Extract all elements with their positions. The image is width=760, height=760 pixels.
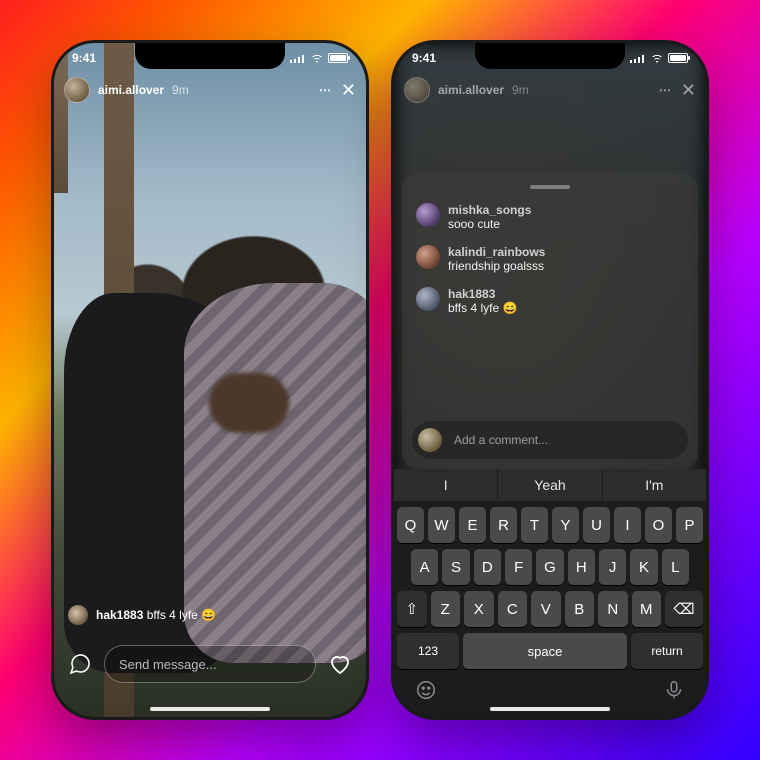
close-button[interactable]: ✕ <box>681 81 696 99</box>
commenter-avatar[interactable] <box>416 203 440 227</box>
author-avatar[interactable] <box>404 77 430 103</box>
wifi-icon <box>310 53 324 63</box>
smile-emoji-icon: 😄 <box>201 608 216 622</box>
key-i[interactable]: I <box>614 507 641 543</box>
key-shift[interactable]: ⇧ <box>397 591 427 627</box>
key-z[interactable]: Z <box>431 591 461 627</box>
commenter-avatar[interactable] <box>416 245 440 269</box>
key-j[interactable]: J <box>599 549 626 585</box>
keyboard-footer <box>397 675 703 709</box>
key-w[interactable]: W <box>428 507 455 543</box>
key-h[interactable]: H <box>568 549 595 585</box>
comment-text: bffs 4 lyfe <box>147 608 198 622</box>
key-n[interactable]: N <box>598 591 628 627</box>
key-p[interactable]: P <box>676 507 703 543</box>
status-icons <box>630 53 688 63</box>
cellular-icon <box>630 53 646 63</box>
emoji-keyboard-icon[interactable] <box>415 679 437 701</box>
cellular-icon <box>290 53 306 63</box>
phone-comment-sheet: 9:41 aimi.allover 9m ⋯ ✕ mishka_songs so… <box>391 40 709 720</box>
add-comment-input[interactable]: Add a comment... <box>450 433 682 447</box>
comment-bubble-icon[interactable] <box>68 652 92 676</box>
key-return[interactable]: return <box>631 633 703 669</box>
latest-comment-overlay[interactable]: hak1883 bffs 4 lyfe 😄 <box>68 605 352 625</box>
key-e[interactable]: E <box>459 507 486 543</box>
story-header: aimi.allover 9m ⋯ ✕ <box>404 77 696 103</box>
keyboard-row-4: 123 space return <box>397 633 703 669</box>
key-l[interactable]: L <box>662 549 689 585</box>
story-age: 9m <box>512 83 529 97</box>
status-time: 9:41 <box>72 51 96 65</box>
key-b[interactable]: B <box>565 591 595 627</box>
like-heart-icon[interactable] <box>328 652 352 676</box>
close-button[interactable]: ✕ <box>341 81 356 99</box>
wifi-icon <box>650 53 664 63</box>
key-d[interactable]: D <box>474 549 501 585</box>
comment-text: sooo cute <box>448 217 531 231</box>
status-icons <box>290 53 348 63</box>
comment-text: bffs 4 lyfe 😄 <box>448 301 517 315</box>
send-message-input[interactable]: Send message... <box>104 645 316 683</box>
device-notch <box>135 43 285 69</box>
key-backspace[interactable]: ⌫ <box>665 591 703 627</box>
status-time: 9:41 <box>412 51 436 65</box>
keyboard-row-2: A S D F G H J K L <box>397 549 703 585</box>
self-avatar <box>418 428 442 452</box>
keyboard-row-1: Q W E R T Y U I O P <box>397 507 703 543</box>
key-q[interactable]: Q <box>397 507 424 543</box>
comment-row[interactable]: kalindi_rainbows friendship goalsss <box>412 241 688 283</box>
home-indicator[interactable] <box>490 707 610 711</box>
commenter-username[interactable]: kalindi_rainbows <box>448 245 545 259</box>
comment-row[interactable]: mishka_songs sooo cute <box>412 199 688 241</box>
more-button[interactable]: ⋯ <box>319 83 333 97</box>
key-t[interactable]: T <box>521 507 548 543</box>
key-r[interactable]: R <box>490 507 517 543</box>
keyboard-suggestions: I Yeah I'm <box>394 469 706 501</box>
comments-sheet: mishka_songs sooo cute kalindi_rainbows … <box>402 173 698 469</box>
sheet-grabber[interactable] <box>530 185 570 189</box>
add-comment-placeholder: Add a comment... <box>454 433 548 447</box>
commenter-avatar[interactable] <box>416 287 440 311</box>
device-notch <box>475 43 625 69</box>
story-reply-bar: Send message... <box>54 645 366 683</box>
key-g[interactable]: G <box>536 549 563 585</box>
suggestion[interactable]: I'm <box>603 469 706 501</box>
author-username[interactable]: aimi.allover <box>98 83 164 97</box>
dictation-mic-icon[interactable] <box>663 679 685 701</box>
key-o[interactable]: O <box>645 507 672 543</box>
battery-icon <box>328 53 348 63</box>
suggestion[interactable]: I <box>394 469 498 501</box>
send-message-placeholder: Send message... <box>119 657 217 672</box>
more-button[interactable]: ⋯ <box>659 83 673 97</box>
author-avatar[interactable] <box>64 77 90 103</box>
key-u[interactable]: U <box>583 507 610 543</box>
home-indicator[interactable] <box>150 707 270 711</box>
commenter-username: hak1883 <box>96 608 143 622</box>
commenter-avatar <box>68 605 88 625</box>
add-comment-row: Add a comment... <box>412 421 688 459</box>
key-f[interactable]: F <box>505 549 532 585</box>
key-k[interactable]: K <box>630 549 657 585</box>
author-username[interactable]: aimi.allover <box>438 83 504 97</box>
key-m[interactable]: M <box>632 591 662 627</box>
key-v[interactable]: V <box>531 591 561 627</box>
suggestion[interactable]: Yeah <box>498 469 602 501</box>
key-space[interactable]: space <box>463 633 627 669</box>
key-s[interactable]: S <box>442 549 469 585</box>
key-y[interactable]: Y <box>552 507 579 543</box>
phone-story-view: 9:41 aimi.allover 9m ⋯ ✕ hak1883 bffs 4 … <box>51 40 369 720</box>
story-age: 9m <box>172 83 189 97</box>
battery-icon <box>668 53 688 63</box>
key-x[interactable]: X <box>464 591 494 627</box>
commenter-username[interactable]: hak1883 <box>448 287 517 301</box>
key-a[interactable]: A <box>411 549 438 585</box>
commenter-username[interactable]: mishka_songs <box>448 203 531 217</box>
key-numbers[interactable]: 123 <box>397 633 459 669</box>
key-c[interactable]: C <box>498 591 528 627</box>
comment-text: friendship goalsss <box>448 259 545 273</box>
keyboard-row-3: ⇧ Z X C V B N M ⌫ <box>397 591 703 627</box>
keyboard: Q W E R T Y U I O P A S D F G H J K L ⇧ … <box>394 501 706 717</box>
comment-row[interactable]: hak1883 bffs 4 lyfe 😄 <box>412 283 688 325</box>
story-header: aimi.allover 9m ⋯ ✕ <box>64 77 356 103</box>
